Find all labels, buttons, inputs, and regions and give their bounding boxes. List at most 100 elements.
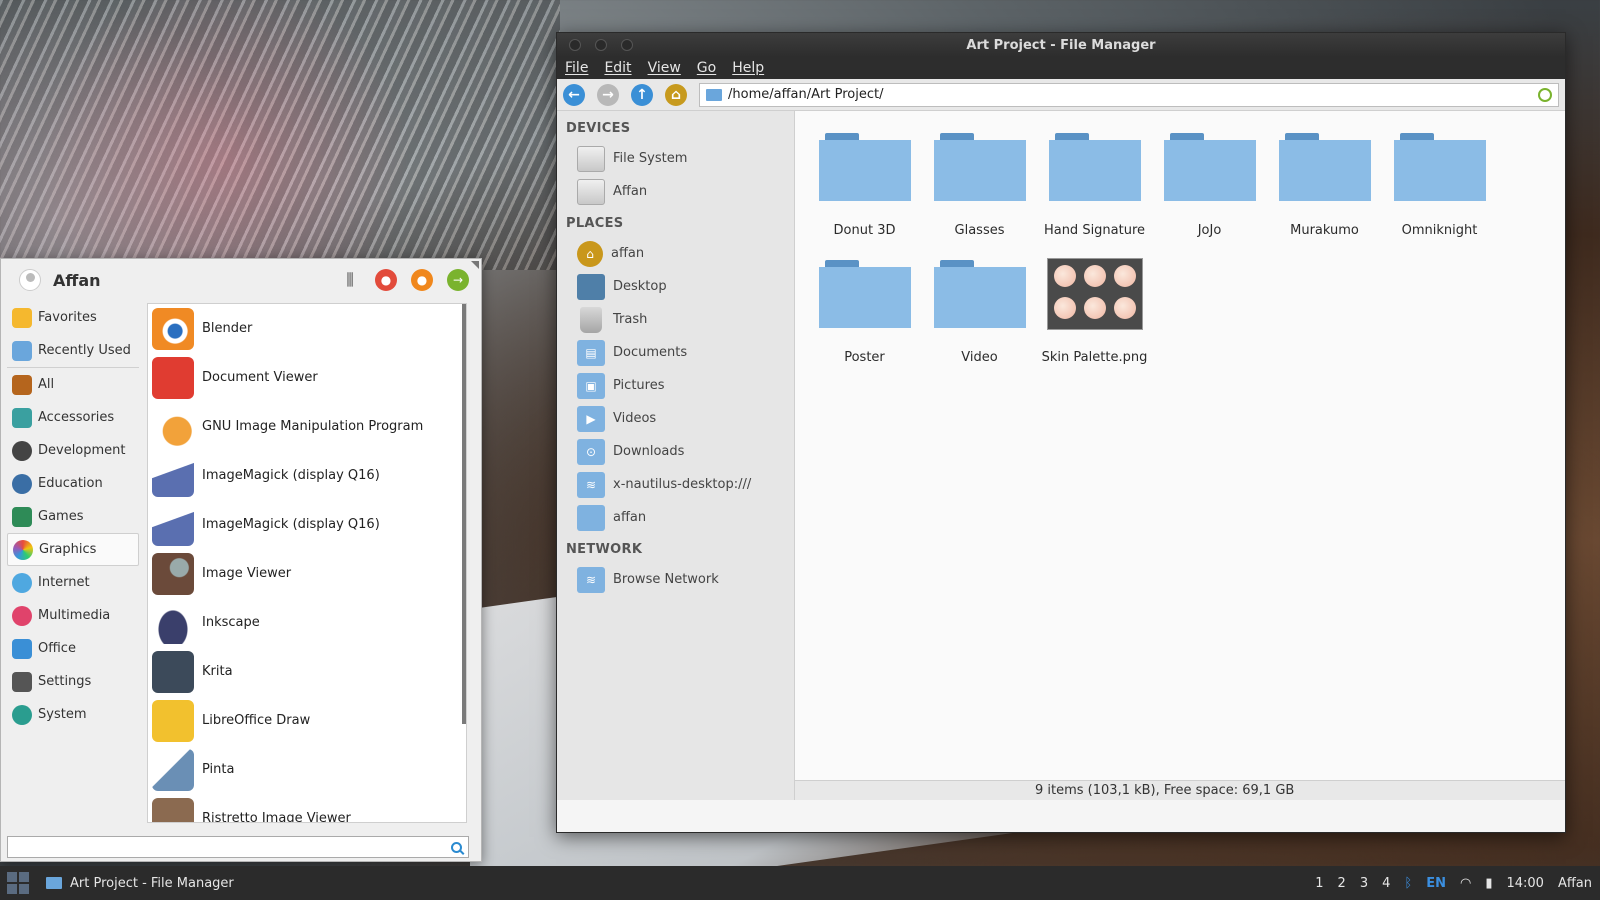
- menu-edit[interactable]: Edit: [604, 60, 631, 76]
- app-inkscape[interactable]: Inkscape: [148, 598, 466, 647]
- folder-icon: [706, 88, 722, 101]
- workspace-2[interactable]: 2: [1338, 876, 1346, 891]
- app-label: Blender: [202, 321, 253, 336]
- app-image-viewer[interactable]: Image Viewer: [148, 549, 466, 598]
- clock[interactable]: 14:00: [1506, 876, 1543, 891]
- sidebar-item-pictures[interactable]: ▣ Pictures: [557, 369, 794, 402]
- folder-item[interactable]: Hand Signature: [1037, 131, 1152, 258]
- bluetooth-icon[interactable]: ᛒ: [1404, 876, 1412, 891]
- sidebar-item-desktop[interactable]: Desktop: [557, 270, 794, 303]
- settings-icon: [12, 671, 32, 692]
- app-blender[interactable]: Blender: [148, 304, 466, 353]
- category-education[interactable]: Education: [7, 467, 139, 500]
- pictures-folder-icon: ▣: [577, 372, 605, 399]
- folder-icon: [577, 504, 605, 531]
- forward-arrow-icon[interactable]: →: [597, 83, 619, 106]
- folder-item[interactable]: Video: [922, 258, 1037, 385]
- sidebar-item-documents[interactable]: ▤ Documents: [557, 336, 794, 369]
- sidebar-item-home[interactable]: ⌂ affan: [557, 237, 794, 270]
- keyboard-layout[interactable]: EN: [1426, 876, 1446, 891]
- category-development[interactable]: Development: [7, 434, 139, 467]
- sidebar-item-videos[interactable]: ▶ Videos: [557, 402, 794, 435]
- menu-view[interactable]: View: [648, 60, 681, 76]
- sidebar-item-affan-folder[interactable]: affan: [557, 501, 794, 534]
- category-internet[interactable]: Internet: [7, 566, 139, 599]
- search-input[interactable]: [7, 836, 469, 858]
- sidebar-item-trash[interactable]: Trash: [557, 303, 794, 336]
- settings-manager-icon[interactable]: ⫼: [339, 269, 361, 291]
- category-accessories[interactable]: Accessories: [7, 401, 139, 434]
- folder-item[interactable]: Murakumo: [1267, 131, 1382, 258]
- log-out-icon[interactable]: →: [447, 269, 469, 291]
- category-games[interactable]: Games: [7, 500, 139, 533]
- menu-go[interactable]: Go: [697, 60, 716, 76]
- workspace-1[interactable]: 1: [1315, 876, 1323, 891]
- sidebar: DEVICES File System Affan PLACES ⌂ affan…: [557, 111, 795, 800]
- category-graphics[interactable]: Graphics: [7, 533, 139, 566]
- resize-grip-icon[interactable]: [471, 261, 479, 269]
- menu-username: Affan: [53, 270, 101, 290]
- item-label: Donut 3D: [833, 223, 896, 238]
- sidebar-item-nautilus-desktop[interactable]: ≋ x-nautilus-desktop:///: [557, 468, 794, 501]
- sidebar-item-label: affan: [611, 246, 645, 261]
- location-bar[interactable]: /home/affan/Art Project/: [699, 82, 1559, 107]
- app-gimp[interactable]: GNU Image Manipulation Program: [148, 402, 466, 451]
- sidebar-item-downloads[interactable]: ⊙ Downloads: [557, 435, 794, 468]
- document-viewer-icon: [152, 356, 194, 399]
- category-settings[interactable]: Settings: [7, 665, 139, 698]
- sidebar-item-file-system[interactable]: File System: [557, 142, 794, 175]
- app-libreoffice-draw[interactable]: LibreOffice Draw: [148, 696, 466, 745]
- category-system[interactable]: System: [7, 698, 139, 731]
- sidebar-item-affan-drive[interactable]: Affan: [557, 175, 794, 208]
- folder-item[interactable]: JoJo: [1152, 131, 1267, 258]
- app-imagemagick[interactable]: ImageMagick (display Q16): [148, 451, 466, 500]
- scrollbar[interactable]: [462, 304, 466, 724]
- image-item[interactable]: Skin Palette.png: [1037, 258, 1152, 385]
- app-imagemagick[interactable]: ImageMagick (display Q16): [148, 500, 466, 549]
- back-arrow-icon[interactable]: ←: [563, 83, 585, 106]
- up-arrow-icon[interactable]: ↑: [631, 83, 653, 106]
- category-recently-used[interactable]: Recently Used: [7, 334, 139, 367]
- location-input[interactable]: /home/affan/Art Project/: [728, 87, 1532, 102]
- folder-icon: [818, 260, 911, 330]
- folder-icon: [1393, 133, 1486, 203]
- development-icon: [12, 440, 32, 461]
- category-all[interactable]: All: [7, 368, 139, 401]
- menu-help[interactable]: Help: [732, 60, 764, 76]
- category-label: Accessories: [38, 410, 115, 425]
- taskbar-task-file-manager[interactable]: Art Project - File Manager: [36, 866, 244, 900]
- category-office[interactable]: Office: [7, 632, 139, 665]
- battery-icon[interactable]: ▮: [1485, 876, 1492, 891]
- category-multimedia[interactable]: Multimedia: [7, 599, 139, 632]
- lock-screen-icon[interactable]: ●: [375, 269, 397, 291]
- folder-item[interactable]: Omniknight: [1382, 131, 1497, 258]
- file-view[interactable]: Donut 3D Glasses Hand Signature JoJo Mur…: [795, 111, 1565, 800]
- folder-item[interactable]: Glasses: [922, 131, 1037, 258]
- home-icon[interactable]: ⌂: [665, 83, 687, 106]
- start-menu-icon[interactable]: [0, 866, 36, 900]
- file-manager-window: Art Project - File Manager File Edit Vie…: [556, 32, 1566, 833]
- app-document-viewer[interactable]: Document Viewer: [148, 353, 466, 402]
- sidebar-item-browse-network[interactable]: ≋ Browse Network: [557, 563, 794, 596]
- application-list[interactable]: Blender Document Viewer GNU Image Manipu…: [147, 303, 467, 823]
- taskbar-user[interactable]: Affan: [1558, 876, 1592, 891]
- item-label: Hand Signature: [1043, 223, 1146, 238]
- category-favorites[interactable]: Favorites: [7, 301, 139, 334]
- category-label: Settings: [38, 674, 92, 689]
- menu-file[interactable]: File: [565, 60, 588, 76]
- app-ristretto[interactable]: Ristretto Image Viewer: [148, 794, 466, 822]
- folder-icon: [818, 133, 911, 203]
- window-title: Art Project - File Manager: [966, 37, 1156, 53]
- workspace-4[interactable]: 4: [1382, 876, 1390, 891]
- go-icon[interactable]: [1538, 87, 1552, 102]
- app-krita[interactable]: Krita: [148, 647, 466, 696]
- title-bar[interactable]: Art Project - File Manager: [557, 33, 1565, 57]
- app-pinta[interactable]: Pinta: [148, 745, 466, 794]
- folder-item[interactable]: Donut 3D: [807, 131, 922, 258]
- switch-user-icon[interactable]: ●: [411, 269, 433, 291]
- workspace-3[interactable]: 3: [1360, 876, 1368, 891]
- item-label: Omniknight: [1401, 223, 1478, 238]
- sidebar-item-label: Documents: [613, 345, 688, 360]
- folder-item[interactable]: Poster: [807, 258, 922, 385]
- wifi-icon[interactable]: ◠: [1460, 876, 1471, 891]
